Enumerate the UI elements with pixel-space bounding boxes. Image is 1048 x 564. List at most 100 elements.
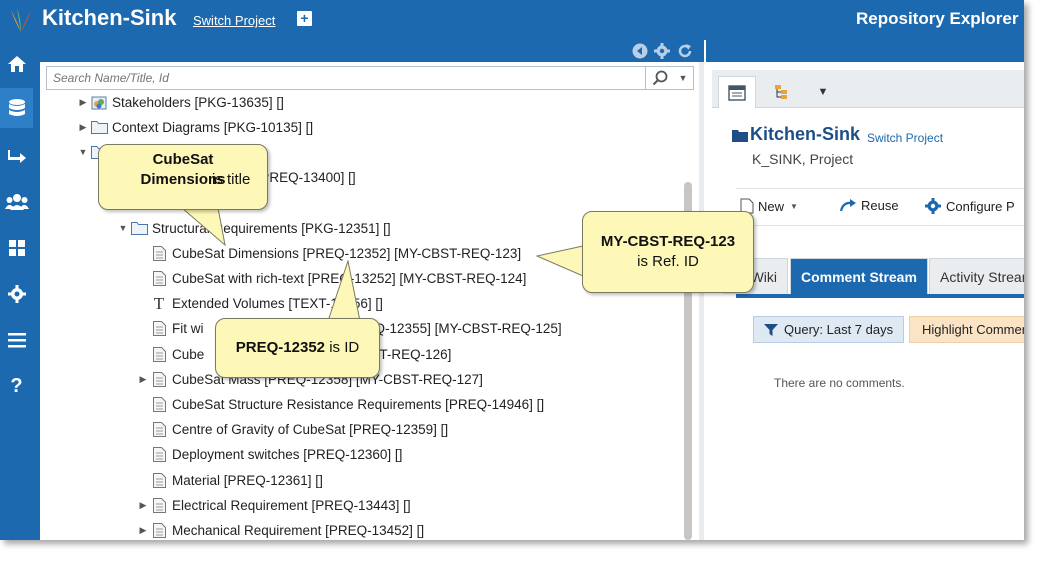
document-icon (150, 371, 168, 387)
tree-row-label: Centre of Gravity of CubeSat [PREQ-12359… (172, 422, 449, 438)
callout-ref-bold: MY-CBST-REQ-123 (600, 233, 736, 250)
tree-row[interactable]: ▶ Stakeholders [PKG-13635] [] (76, 91, 284, 113)
plus-icon[interactable]: + (297, 11, 312, 26)
arrow-right-icon (7, 150, 26, 163)
configure-label: Configure P (946, 198, 1015, 214)
tree-row[interactable]: ▶ Electrical Requirement [PREQ-13443] [] (136, 494, 411, 516)
search-icon (652, 70, 667, 86)
project-toolbar: New ▼ Reuse Configure P (736, 188, 1024, 226)
project-panel: ▼ Kitchen-Sink Switch Project K_SINK, Pr… (706, 62, 1024, 540)
callout-title-tail (180, 207, 226, 247)
project-name: Kitchen-Sink (750, 124, 861, 144)
gear-icon (925, 198, 941, 214)
chevron-down-icon: ▼ (790, 201, 798, 211)
gear-icon (7, 285, 26, 303)
tab-comment-stream[interactable]: Comment Stream (790, 258, 928, 294)
chevron-down-icon[interactable]: ▼ (679, 73, 688, 83)
nav-menu[interactable] (0, 320, 33, 360)
project-subtitle: K_SINK, Project (752, 151, 854, 167)
panel-splitter[interactable] (699, 62, 704, 540)
highlight-comments-button[interactable]: Highlight Comments (909, 316, 1024, 343)
new-label: New (758, 198, 785, 214)
callout-title-text: is title (212, 171, 251, 188)
expand-toggle[interactable]: ▶ (76, 97, 90, 108)
app-window: Kitchen-Sink Switch Project + Repository… (0, 0, 1024, 540)
switch-project-link[interactable]: Switch Project (867, 131, 943, 145)
tree-row-label: Context Diagrams [PKG-10135] [] (112, 119, 314, 135)
collapse-toggle[interactable]: ▼ (116, 223, 130, 233)
document-icon (150, 346, 168, 362)
nav-settings[interactable] (0, 274, 33, 314)
search-box (46, 66, 646, 90)
tree-row[interactable]: ▶ Mechanical Requirement [PREQ-13452] [] (136, 519, 424, 540)
expand-toggle[interactable]: ▶ (76, 122, 90, 133)
tree-row-label: Deployment switches [PREQ-12360] [] (172, 447, 403, 463)
expand-toggle[interactable]: ▶ (136, 525, 150, 536)
tree-row-label: Stakeholders [PKG-13635] [] (112, 94, 284, 110)
callout-title: CubeSat Dimensions is title (98, 144, 268, 210)
configure-button[interactable]: Configure P (925, 198, 1015, 214)
callout-id-tail (327, 260, 361, 322)
tab-overview[interactable] (718, 76, 756, 108)
document-icon (150, 396, 168, 412)
search-button[interactable]: ▼ (646, 66, 694, 90)
text-icon: T (153, 293, 165, 313)
tree-row[interactable]: CubeSat Structure Resistance Requirement… (136, 393, 544, 415)
search-input[interactable] (47, 67, 645, 89)
expand-toggle[interactable]: ▶ (136, 500, 150, 511)
callout-ref-text: is Ref. ID (637, 253, 699, 270)
tree-row[interactable]: Material [PREQ-12361] [] (136, 469, 323, 491)
nav-help[interactable]: ? (0, 366, 33, 406)
document-icon (150, 447, 168, 463)
document-icon (150, 522, 168, 538)
tree-row[interactable]: ▶ Context Diagrams [PKG-10135] [] (76, 116, 314, 138)
nav-home[interactable] (0, 44, 33, 84)
highlight-label: Highlight Comments (922, 322, 1024, 337)
tree-row[interactable]: Centre of Gravity of CubeSat [PREQ-12359… (136, 419, 448, 441)
tab-comment-stream-label: Comment Stream (801, 268, 917, 285)
view-tabbar: ▼ (712, 70, 1024, 108)
tree-row[interactable]: ▼ Structural Requirements [PKG-12351] [] (116, 217, 391, 239)
document-icon (150, 245, 168, 261)
panel-gutter (33, 40, 40, 540)
empty-state: There are no comments. (774, 376, 905, 390)
app-title: Kitchen-Sink (42, 5, 177, 30)
document-icon (150, 497, 168, 513)
back-icon[interactable] (632, 43, 648, 59)
window-icon (728, 84, 746, 101)
nav-dashboard[interactable] (0, 228, 33, 268)
package-icon (90, 94, 108, 110)
tab-activity-stream[interactable]: Activity Stream (929, 258, 1024, 294)
nav-database[interactable] (0, 88, 33, 128)
repository-explorer-title: Repository Explorer (856, 9, 1019, 28)
home-icon (7, 56, 26, 72)
expand-toggle[interactable]: ▶ (136, 374, 150, 385)
folder-icon (90, 119, 108, 135)
database-icon (8, 99, 25, 116)
tab-hierarchy[interactable] (762, 76, 800, 108)
refresh-icon[interactable] (677, 43, 693, 59)
tree-row-label: Electrical Requirement [PREQ-13443] [] (172, 497, 411, 513)
repository-tree-panel: ▼ ▶ Stakeholders [PKG-13635] [] ▶ Context D… (40, 62, 704, 540)
nav-users[interactable] (0, 182, 33, 222)
nav-trace[interactable] (0, 136, 33, 176)
tree-row-label: CubeSat Dimensions [PREQ-12352] [MY-CBST… (172, 245, 522, 261)
switch-project-link[interactable]: Switch Project (193, 13, 275, 28)
gear-icon[interactable] (654, 43, 670, 59)
tab-more[interactable]: ▼ (808, 76, 838, 108)
reuse-button[interactable]: Reuse (839, 198, 899, 213)
tree-row[interactable]: Deployment switches [PREQ-12360] [] (136, 444, 402, 466)
query-filter-button[interactable]: Query: Last 7 days (753, 316, 905, 343)
document-icon (150, 321, 168, 337)
document-icon (150, 472, 168, 488)
callout-id-bold: PREQ-12352 (235, 339, 326, 356)
document-icon (150, 270, 168, 286)
chevron-down-icon: ▼ (817, 86, 829, 98)
folder-icon (732, 130, 748, 142)
callout-ref-tail (536, 245, 586, 277)
callout-ref: MY-CBST-REQ-123 is Ref. ID (582, 211, 754, 293)
grid-icon (8, 240, 25, 256)
collapse-toggle[interactable]: ▼ (76, 147, 90, 157)
reuse-icon (839, 198, 856, 211)
menu-icon (7, 333, 26, 348)
